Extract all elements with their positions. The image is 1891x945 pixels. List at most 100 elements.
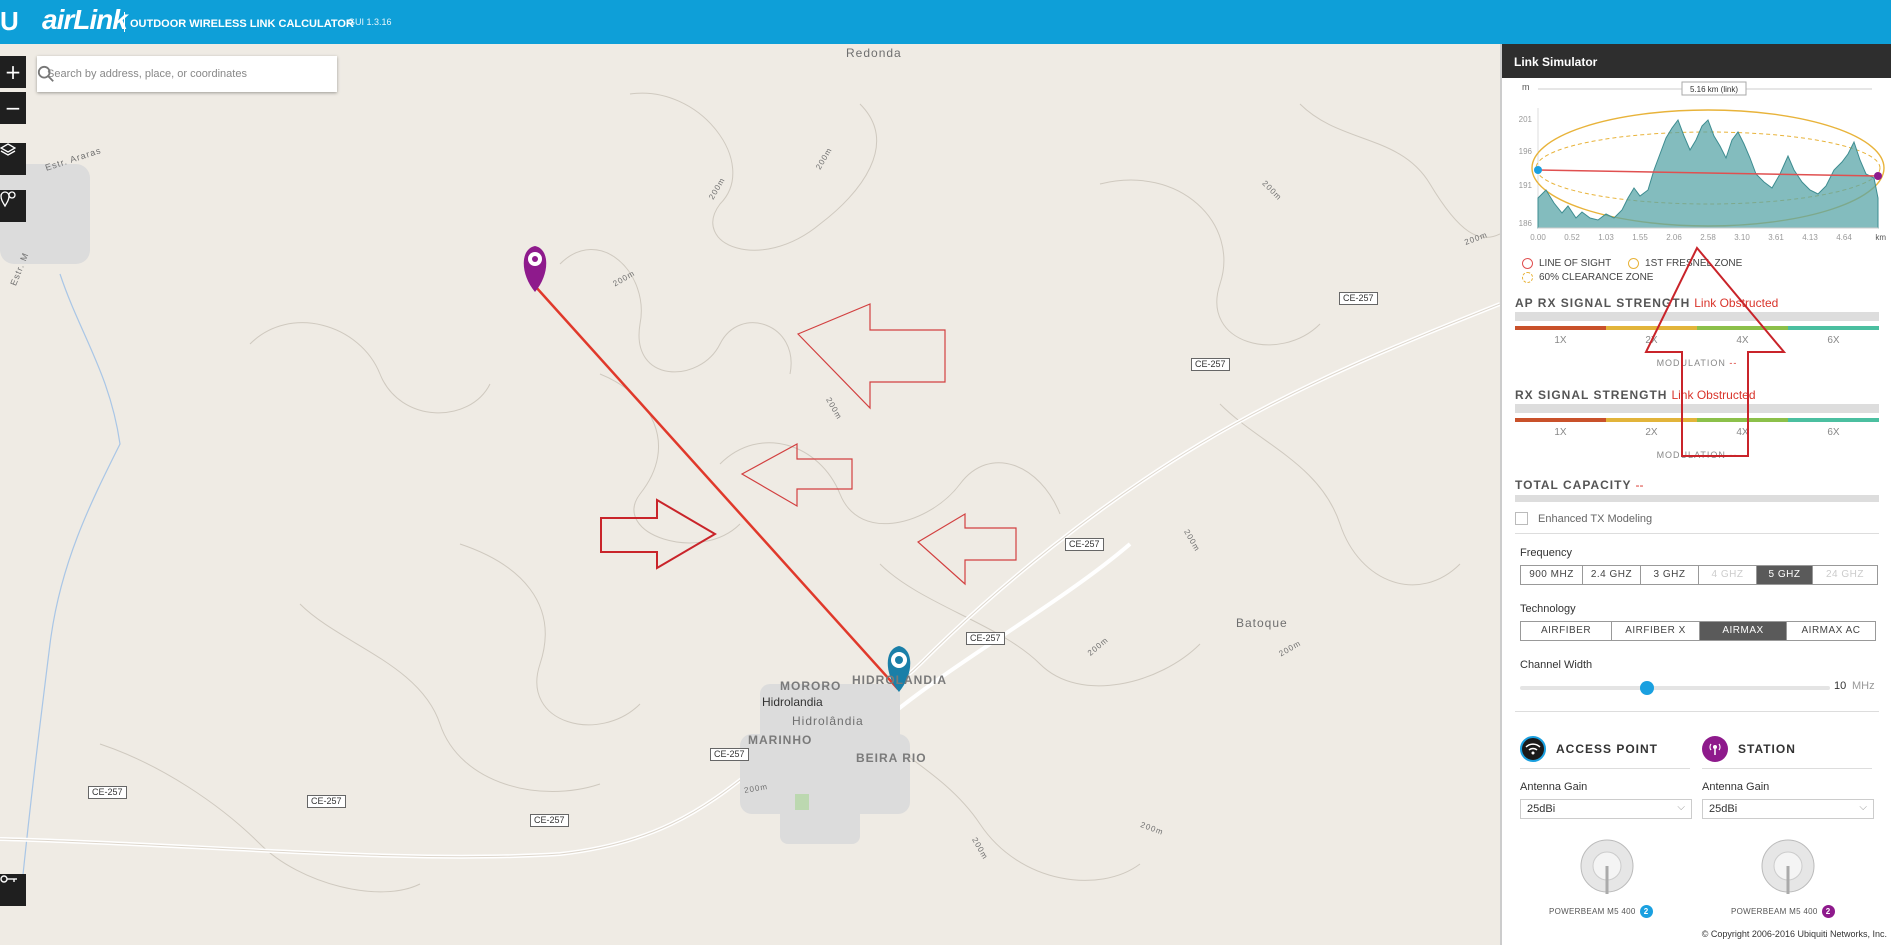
antenna-icon xyxy=(1702,736,1728,762)
panel-title: Link Simulator xyxy=(1502,44,1891,78)
rx-modulation: MODULATION -- xyxy=(1656,450,1738,460)
map-view[interactable]: + − oogle Redonda Batoque MORORO HIDROLA… xyxy=(0,44,1500,945)
ap-rx-modulation: MODULATION -- xyxy=(1656,358,1738,368)
y-tick-label: 201 xyxy=(1519,115,1533,124)
y-tick-label: 196 xyxy=(1519,147,1533,156)
chart-y-unit: m xyxy=(1522,82,1530,92)
rx-signal-title: RX SIGNAL STRENGTH Link Obstructed xyxy=(1515,388,1756,402)
rx-signal-bar xyxy=(1515,404,1879,413)
search-input[interactable] xyxy=(45,64,295,84)
place-label: HIDROLANDIA xyxy=(852,673,947,687)
road-label: CE-257 xyxy=(1065,538,1104,551)
gui-version: GUI 1.3.16 xyxy=(348,17,392,27)
x-tick-label: 3.61 xyxy=(1768,233,1784,242)
tech-airmax-button[interactable]: AIRMAX xyxy=(1700,622,1787,640)
zoom-out-button[interactable]: − xyxy=(0,92,26,124)
road-label: CE-257 xyxy=(88,786,127,799)
place-label: MARINHO xyxy=(748,733,813,747)
chart-legend: LINE OF SIGHT 1ST FRESNEL ZONE 60% CLEAR… xyxy=(1522,258,1891,286)
x-tick-label: 1.03 xyxy=(1598,233,1614,242)
channel-width-value: 10 xyxy=(1834,680,1847,692)
tech-airmax-ac-button[interactable]: AIRMAX AC xyxy=(1787,622,1875,640)
ubiquiti-logo[interactable]: U xyxy=(0,6,19,37)
enhanced-tx-checkbox[interactable]: Enhanced TX Modeling xyxy=(1515,512,1652,525)
total-capacity-value: -- xyxy=(1635,478,1644,492)
station-device-image xyxy=(1761,839,1815,894)
chart-x-unit: km xyxy=(1875,233,1886,242)
place-label: Redonda xyxy=(846,46,902,60)
legend-line-of-sight: LINE OF SIGHT xyxy=(1522,258,1611,269)
x-tick-label: 4.13 xyxy=(1802,233,1818,242)
ap-rx-signal-title: AP RX SIGNAL STRENGTH Link Obstructed xyxy=(1515,296,1779,310)
zoom-in-button[interactable]: + xyxy=(0,56,26,88)
channel-width-label: Channel Width xyxy=(1520,659,1593,671)
x-tick-label: 2.58 xyxy=(1700,233,1716,242)
search-icon[interactable] xyxy=(37,65,55,83)
elevation-profile-chart: m 5.16 km (link) 201 196 191 186 0.00 0.… xyxy=(1519,81,1886,242)
key-icon xyxy=(0,875,17,883)
x-tick-label: 2.06 xyxy=(1666,233,1682,242)
ap-rx-status: Link Obstructed xyxy=(1694,296,1779,310)
channel-width-slider[interactable] xyxy=(1520,681,1830,695)
total-capacity-title: TOTAL CAPACITY -- xyxy=(1515,478,1644,492)
link-simulator-panel: Link Simulator m 5.16 km (link) 201 196 … xyxy=(1500,44,1891,945)
checkbox-box[interactable] xyxy=(1515,512,1528,525)
freq-2-4ghz-button[interactable]: 2.4 GHZ xyxy=(1583,566,1641,584)
freq-24ghz-button: 24 GHZ xyxy=(1825,569,1864,580)
freq-5ghz-button[interactable]: 5 GHZ xyxy=(1757,566,1813,584)
road-label: CE-257 xyxy=(966,632,1005,645)
chevron-down-icon: ⌵ xyxy=(1677,802,1685,813)
rx-status: Link Obstructed xyxy=(1671,388,1756,402)
layers-icon xyxy=(0,143,16,156)
road-label: CE-257 xyxy=(710,748,749,761)
station-header: STATION xyxy=(1702,736,1872,769)
chevron-down-icon: ⌵ xyxy=(1859,802,1867,813)
station-device-count: 2 xyxy=(1821,905,1835,918)
technology-selector: AIRFIBER AIRFIBER X AIRMAX AIRMAX AC xyxy=(1520,621,1876,641)
channel-width-unit: MHz xyxy=(1852,680,1875,692)
locations-button[interactable] xyxy=(0,190,26,222)
layers-button[interactable] xyxy=(0,143,26,175)
legend-fresnel-zone: 1ST FRESNEL ZONE xyxy=(1628,258,1742,269)
divider xyxy=(1515,711,1879,712)
x-tick-label: 4.64 xyxy=(1836,233,1852,242)
road-label: CE-257 xyxy=(1339,292,1378,305)
freq-4ghz-button: 4 GHZ xyxy=(1699,566,1757,584)
x-tick-label: 0.52 xyxy=(1564,233,1580,242)
station-map-marker[interactable] xyxy=(523,246,547,292)
map-pin-icon xyxy=(0,191,16,208)
tech-airfiber-x-button[interactable]: AIRFIBER X xyxy=(1612,622,1700,640)
legend-clearance-zone: 60% CLEARANCE ZONE xyxy=(1522,272,1653,283)
tech-airfiber-button[interactable]: AIRFIBER xyxy=(1521,622,1612,640)
frequency-label: Frequency xyxy=(1520,547,1572,559)
header-divider xyxy=(124,12,125,32)
ap-rx-modulation-ticks: 1X 2X 4X 6X xyxy=(1554,335,1840,346)
station-antenna-gain-select[interactable]: 25dBi ⌵ xyxy=(1702,799,1874,819)
y-tick-label: 191 xyxy=(1519,181,1533,190)
ap-rx-signal-bar xyxy=(1515,312,1879,321)
freq-3ghz-button[interactable]: 3 GHZ xyxy=(1641,566,1699,584)
ap-antenna-gain-label: Antenna Gain xyxy=(1520,781,1588,793)
station-title: STATION xyxy=(1738,742,1796,756)
ap-antenna-gain-select[interactable]: 25dBi ⌵ xyxy=(1520,799,1692,819)
product-title: OUTDOOR WIRELESS LINK CALCULATOR xyxy=(130,18,354,30)
y-tick-label: 186 xyxy=(1519,219,1533,228)
top-bar: U airLink OUTDOOR WIRELESS LINK CALCULAT… xyxy=(0,0,1891,44)
search-box xyxy=(37,56,337,92)
place-label: Hidrolândia xyxy=(792,714,864,728)
key-button[interactable] xyxy=(0,874,26,906)
map-canvas xyxy=(0,92,1500,905)
road-label: CE-257 xyxy=(307,795,346,808)
link-distance-label: 5.16 km (link) xyxy=(1690,85,1738,94)
rx-signal-scale xyxy=(1515,418,1879,422)
city-label: Hidrolandia xyxy=(762,695,823,709)
freq-900mhz-button[interactable]: 900 MHZ xyxy=(1521,566,1583,584)
x-tick-label: 3.10 xyxy=(1734,233,1750,242)
place-label: Batoque xyxy=(1236,616,1288,630)
x-tick-label: 0.00 xyxy=(1530,233,1546,242)
road-label: CE-257 xyxy=(530,814,569,827)
enhanced-tx-label: Enhanced TX Modeling xyxy=(1538,512,1653,525)
station-device-name: POWERBEAM M5 400 2 xyxy=(1731,905,1835,918)
slider-handle[interactable] xyxy=(1640,681,1654,695)
x-tick-label: 1.55 xyxy=(1632,233,1648,242)
